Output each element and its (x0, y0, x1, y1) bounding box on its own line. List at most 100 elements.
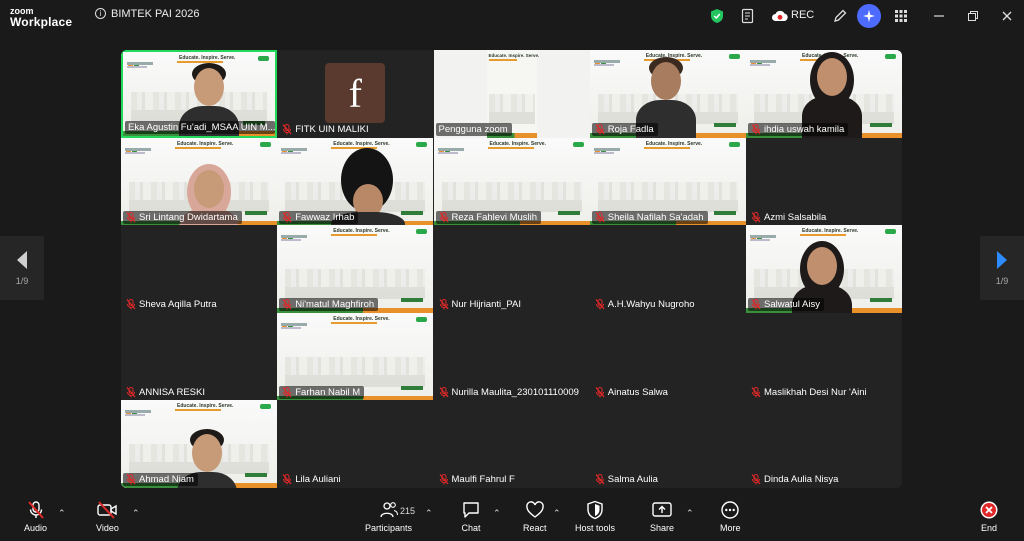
muted-mic-icon (439, 386, 448, 398)
video-button[interactable]: Video (96, 500, 119, 533)
participant-tile[interactable]: ANNISA RESKI (121, 312, 277, 401)
participant-tile[interactable]: Educate. Inspire. Serve. Eka Agustin Fu'a… (121, 50, 277, 138)
close-icon[interactable] (998, 7, 1016, 25)
chevron-right-icon (997, 251, 1007, 269)
muted-mic-icon (126, 474, 136, 485)
participant-tile[interactable]: Ainatus Salwa (589, 312, 746, 401)
participant-tile[interactable]: Azmi Salsabila (746, 137, 902, 226)
muted-mic-icon (751, 386, 761, 398)
participant-tile[interactable]: Educate. Inspire. Serve. Roja Fadla (589, 50, 746, 138)
recording-label: REC (791, 9, 815, 21)
participant-tile[interactable]: Educate. Inspire. Serve. Fawwaz Irhab (277, 137, 434, 226)
participant-name: ihdia uswah kamila (764, 124, 845, 135)
meeting-title: BIMTEK PAI 2026 (111, 8, 200, 20)
react-button[interactable]: React (523, 500, 547, 533)
participant-name-label: Lila Auliani (279, 473, 344, 486)
participant-name-label: Azmi Salsabila (748, 211, 830, 224)
participant-name: Sheva Aqilla Putra (139, 299, 217, 311)
notes-icon[interactable] (739, 7, 757, 25)
participant-name-label: Dinda Aulia Nisya (748, 473, 842, 486)
audio-button[interactable]: Audio (24, 500, 47, 533)
prev-page-button[interactable]: 1/9 (0, 236, 44, 300)
participant-tile[interactable]: Educate. Inspire. Serve. Farhan Nabil M (277, 312, 434, 401)
participant-tile[interactable]: Educate. Inspire. Serve. Pengguna zoom (433, 50, 590, 138)
participant-tile[interactable]: Educate. Inspire. Serve.ihdia uswah kami… (746, 50, 902, 138)
restore-icon[interactable] (964, 7, 982, 25)
participant-name-label: Salma Aulia (592, 473, 662, 486)
participant-tile[interactable]: Maulfi Fahrul F (433, 400, 590, 488)
participant-tile[interactable]: A.H.Wahyu Nugroho (589, 225, 746, 314)
participants-button[interactable]: Participants (365, 500, 412, 533)
participant-name-label: FITK UIN MALIKI (279, 123, 372, 136)
muted-mic-icon (439, 211, 448, 223)
more-button[interactable]: More (720, 500, 741, 533)
participant-name-label: Ni'matul Maghfiroh (279, 298, 379, 312)
participant-name-label: Sheva Aqilla Putra (123, 298, 221, 311)
participant-tile[interactable]: Nurilla Maulita_230101110009 (433, 312, 590, 401)
participant-tile[interactable]: Educate. Inspire. Serve. Sri Lintang Dwid… (121, 137, 277, 226)
muted-mic-icon (595, 386, 605, 398)
participant-name-label: Sri Lintang Dwidartama (123, 210, 242, 224)
participant-tile[interactable]: Dinda Aulia Nisya (746, 400, 902, 488)
participant-tile[interactable]: Salma Aulia (589, 400, 746, 488)
video-options-caret-icon[interactable]: ⌃ (132, 508, 140, 519)
participant-name-label: ANNISA RESKI (123, 386, 209, 399)
muted-mic-icon (282, 386, 292, 398)
apps-grid-icon[interactable] (892, 7, 910, 25)
annotate-pen-icon[interactable] (831, 7, 849, 25)
participant-name-label: Fawwaz Irhab (279, 210, 359, 224)
muted-mic-icon (282, 299, 292, 310)
participant-name: Ni'matul Maghfiroh (295, 299, 375, 311)
audio-options-caret-icon[interactable]: ⌃ (58, 508, 66, 519)
participant-tile[interactable]: f FITK UIN MALIKI (277, 50, 434, 138)
participant-name-label: Farhan Nabil M (279, 385, 365, 399)
participant-name: Lila Auliani (295, 474, 341, 486)
ai-companion-icon[interactable] (857, 4, 881, 28)
participant-name-label: ihdia uswah kamila (748, 123, 849, 136)
participant-tile[interactable]: Educate. Inspire. Serve. Ahmad Niam (121, 400, 277, 488)
share-button[interactable]: Share (650, 500, 674, 533)
react-caret-icon[interactable]: ⌃ (553, 508, 561, 519)
participant-tile[interactable]: Educate. Inspire. Serve. Reza Fahlevi Mus… (433, 137, 590, 226)
mic-muted-icon (26, 500, 46, 520)
meeting-toolbar: Audio ⌃ Video ⌃ Participants 215 ⌃ Chat … (0, 496, 1024, 541)
participant-name-label: Roja Fadla (591, 123, 658, 136)
participant-name: A.H.Wahyu Nugroho (607, 299, 695, 311)
cloud-record-icon[interactable] (771, 7, 789, 25)
share-label: Share (650, 523, 675, 533)
app-logo: zoom Workplace (10, 6, 72, 28)
end-meeting-button[interactable]: End (979, 500, 999, 533)
participant-tile[interactable]: Lila Auliani (277, 400, 434, 488)
end-label: End (980, 523, 997, 533)
participant-name: Sri Lintang Dwidartama (139, 211, 238, 223)
participant-avatar: f (325, 63, 386, 123)
host-tools-button[interactable]: Host tools (575, 500, 615, 533)
participants-caret-icon[interactable]: ⌃ (425, 508, 433, 519)
participant-tile[interactable]: Nur Hijrianti_PAI (433, 225, 590, 314)
participant-tile[interactable]: Educate. Inspire. Serve. Sheila Nafilah S… (589, 137, 746, 226)
host-tools-label: Host tools (575, 523, 616, 533)
next-page-button[interactable]: 1/9 (980, 236, 1024, 300)
participant-tile[interactable]: Maslikhah Desi Nur 'Aini (746, 312, 902, 401)
participant-tile[interactable]: Educate. Inspire. Serve. Salwatul Aisy (746, 225, 902, 314)
minimize-icon[interactable] (930, 7, 948, 25)
more-label: More (720, 523, 741, 533)
participant-name: Ahmad Niam (139, 474, 194, 486)
participant-tile[interactable]: Sheva Aqilla Putra (121, 225, 277, 314)
participant-name-label: A.H.Wahyu Nugroho (592, 298, 699, 311)
participants-icon (379, 500, 399, 520)
participant-name-label: Maulfi Fahrul F (436, 473, 519, 486)
muted-mic-icon (595, 474, 605, 485)
shield-icon (586, 500, 604, 520)
chevron-left-icon (17, 251, 27, 269)
muted-mic-icon (751, 211, 761, 223)
participant-name-label: Nur Hijrianti_PAI (436, 298, 526, 311)
chat-button[interactable]: Chat (461, 500, 481, 533)
share-caret-icon[interactable]: ⌃ (686, 508, 694, 519)
participant-name-label: Pengguna zoom (435, 123, 512, 136)
meeting-info-icon[interactable]: i (95, 8, 106, 19)
chat-caret-icon[interactable]: ⌃ (493, 508, 501, 519)
participant-tile[interactable]: Educate. Inspire. Serve. Ni'matul Maghfir… (277, 225, 434, 314)
security-shield-icon[interactable] (708, 7, 726, 25)
participant-name: Roja Fadla (607, 124, 654, 135)
